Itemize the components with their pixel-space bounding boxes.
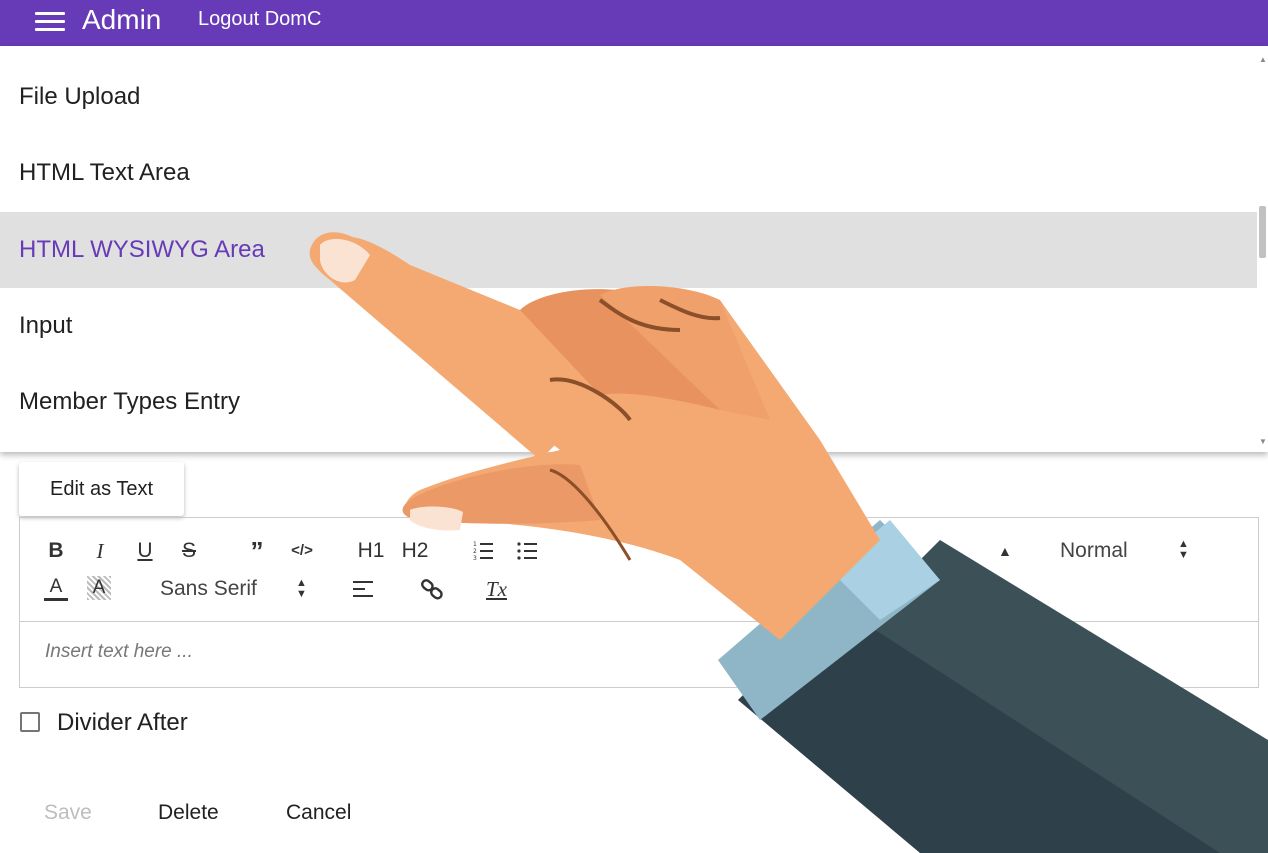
app-title: Admin: [82, 4, 162, 35]
editor-placeholder[interactable]: Insert text here ...: [45, 641, 193, 663]
picker-arrows-icon[interactable]: ▲: [998, 538, 1012, 564]
scroll-up-icon[interactable]: ▲: [1259, 56, 1267, 64]
text-color-icon[interactable]: A: [44, 576, 68, 601]
size-picker-arrows-icon[interactable]: ▲ ▼: [1178, 539, 1189, 561]
cancel-button[interactable]: Cancel: [286, 800, 351, 826]
link-icon[interactable]: [420, 578, 444, 600]
ordered-list-icon[interactable]: 123: [472, 540, 494, 562]
underline-button[interactable]: U: [134, 538, 156, 564]
edit-as-text-button[interactable]: Edit as Text: [19, 462, 184, 516]
svg-text:1: 1: [473, 541, 477, 548]
code-block-icon[interactable]: </>: [289, 538, 315, 564]
save-button[interactable]: Save: [44, 800, 92, 826]
background-color-icon[interactable]: A: [87, 576, 111, 600]
wysiwyg-editor: B I U S ” </> H1 H2 123 ▲ Normal ▲ ▼ A A …: [19, 517, 1259, 688]
bullet-list-icon[interactable]: [516, 540, 538, 562]
toolbar-divider: [20, 621, 1258, 622]
scroll-thumb[interactable]: [1259, 206, 1266, 258]
italic-button[interactable]: I: [90, 538, 110, 564]
dropdown-item-html-wysiwyg-area[interactable]: HTML WYSIWYG Area: [0, 212, 1257, 288]
font-picker-arrows-icon[interactable]: ▲ ▼: [296, 578, 307, 600]
dropdown-item-member-types-entry[interactable]: Member Types Entry: [0, 364, 1257, 440]
dropdown-item-input[interactable]: Input: [0, 288, 1257, 364]
dropdown-scrollbar[interactable]: ▲ ▼: [1257, 46, 1268, 452]
app-bar: Admin Logout DomC: [0, 0, 1268, 46]
svg-text:2: 2: [473, 548, 477, 555]
svg-text:3: 3: [473, 555, 477, 562]
delete-button[interactable]: Delete: [158, 800, 219, 826]
divider-after-label: Divider After: [57, 709, 188, 736]
field-type-dropdown: File Upload HTML Text Area HTML WYSIWYG …: [0, 46, 1268, 452]
header-1-button[interactable]: H1: [356, 538, 386, 564]
dropdown-item-html-text-area[interactable]: HTML Text Area: [0, 135, 1257, 211]
dropdown-item-file-upload[interactable]: File Upload: [0, 59, 1257, 135]
blockquote-icon[interactable]: ”: [246, 538, 268, 564]
size-picker[interactable]: Normal: [1060, 538, 1128, 564]
font-picker[interactable]: Sans Serif: [160, 576, 257, 602]
logout-button[interactable]: Logout DomC: [198, 8, 321, 30]
strike-button[interactable]: S: [178, 538, 200, 564]
divider-after-checkbox[interactable]: [20, 712, 40, 732]
scroll-down-icon[interactable]: ▼: [1259, 438, 1267, 446]
header-2-button[interactable]: H2: [400, 538, 430, 564]
align-left-icon[interactable]: [352, 579, 374, 599]
clear-format-button[interactable]: Tx: [486, 576, 507, 602]
bold-button[interactable]: B: [45, 538, 67, 564]
hamburger-icon[interactable]: [35, 10, 67, 34]
